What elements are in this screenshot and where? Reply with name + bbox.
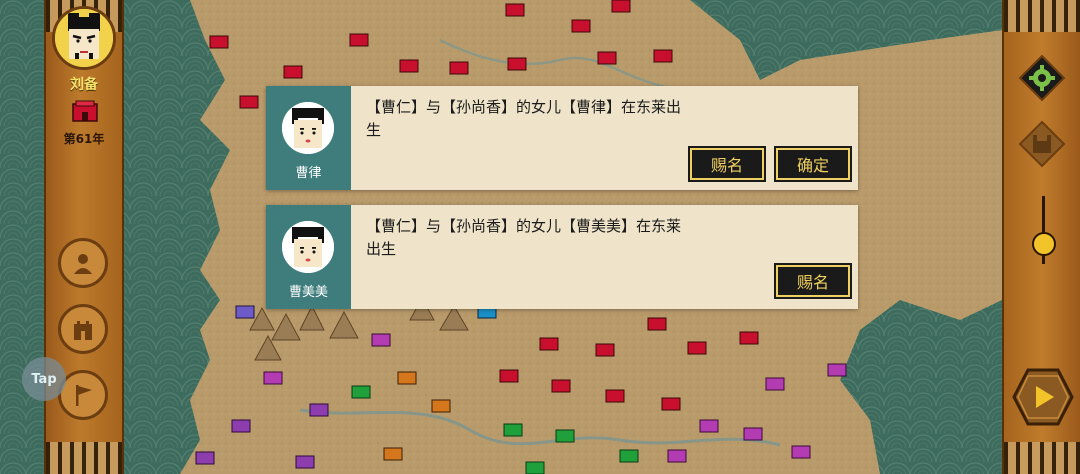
child-avatar — [282, 221, 334, 273]
notification-message: 【曹仁】与【孙尚香】的女儿【曹律】在东莱出生 — [366, 98, 682, 139]
castle-icon — [74, 321, 92, 340]
child-name: 曹律 — [295, 166, 322, 181]
save-button[interactable] — [1018, 120, 1066, 168]
settings-button[interactable] — [1018, 54, 1066, 102]
right-sidebar — [1002, 0, 1080, 474]
notification-message: 【曹仁】与【孙尚香】的女儿【曹美美】在东莱出生 — [366, 217, 682, 258]
castle-button[interactable] — [58, 304, 108, 354]
zoom-slider-knob[interactable] — [1032, 232, 1056, 256]
people-button[interactable] — [58, 238, 108, 288]
faction-icon — [72, 100, 98, 122]
grant-name-button[interactable]: 赐名 — [688, 146, 766, 182]
decorative-border-bottom — [46, 442, 122, 474]
decorative-border-bottom-right — [1004, 442, 1080, 474]
left-sidebar: 刘备 第61年 — [44, 0, 124, 474]
child-avatar-pane: 曹律 — [266, 86, 351, 190]
child-avatar — [282, 102, 334, 154]
save-icon — [1033, 135, 1051, 153]
decorative-border-top-right — [1004, 0, 1080, 32]
child-name: 曹美美 — [288, 285, 328, 300]
grant-name-button[interactable]: 赐名 — [774, 263, 852, 299]
person-icon — [74, 254, 92, 274]
flag-icon — [76, 385, 92, 406]
child-avatar-pane: 曹美美 — [266, 205, 351, 309]
birth-notification: 曹律 【曹仁】与【孙尚香】的女儿【曹律】在东莱出生 赐名 确定 — [266, 86, 858, 190]
game-year: 第61年 — [63, 132, 105, 146]
player-name: 刘备 — [70, 77, 98, 93]
play-button[interactable] — [1012, 368, 1074, 426]
player-portrait[interactable] — [52, 6, 116, 70]
birth-notification: 曹美美 【曹仁】与【孙尚香】的女儿【曹美美】在东莱出生 赐名 — [266, 205, 858, 309]
tap-indicator: Tap — [22, 357, 66, 401]
confirm-button[interactable]: 确定 — [774, 146, 852, 182]
